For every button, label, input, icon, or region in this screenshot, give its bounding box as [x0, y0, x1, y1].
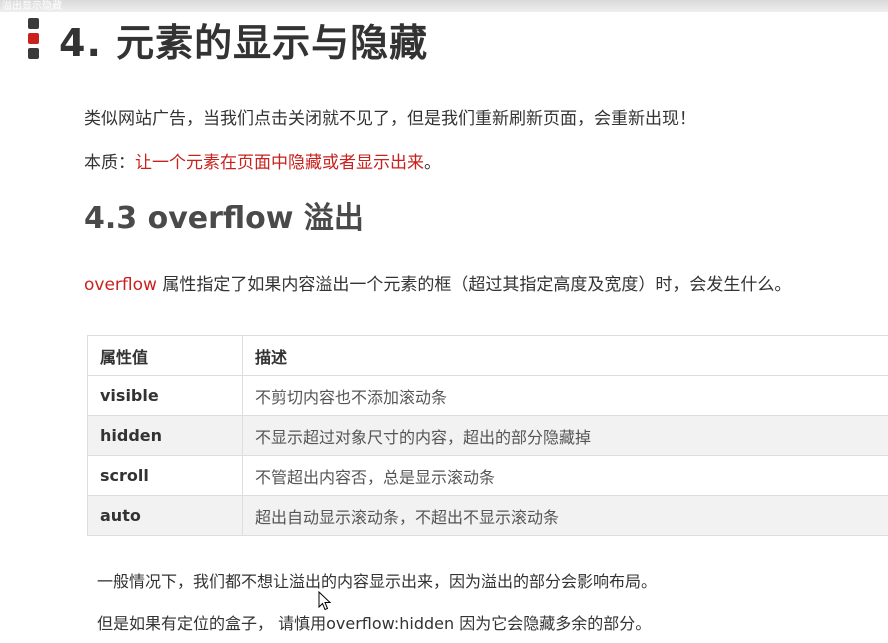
table-row: scroll 不管超出内容否，总是显示滚动条	[87, 455, 888, 496]
table-header-value: 属性值	[87, 335, 243, 376]
essence-highlight: 让一个元素在页面中隐藏或者显示出来	[135, 153, 424, 173]
note-paragraph-1: 一般情况下，我们都不想让溢出的内容显示出来，因为溢出的部分会影响布局。	[97, 572, 658, 591]
table-row: auto 超出自动显示滚动条，不超出不显示滚动条	[87, 495, 888, 536]
essence-paragraph: 本质：让一个元素在页面中隐藏或者显示出来。	[84, 148, 441, 173]
section-heading: 4.3 overflow 溢出	[84, 201, 364, 236]
table-cell-value: scroll	[87, 455, 243, 496]
page-title: 4. 元素的显示与隐藏	[59, 20, 429, 65]
overflow-values-table: 属性值 描述 visible 不剪切内容也不添加滚动条 hidden 不显示超过…	[87, 335, 888, 536]
essence-suffix: 。	[424, 153, 441, 173]
window-top-strip: 溢出显示隐藏	[0, 0, 888, 12]
table-row: hidden 不显示超过对象尺寸的内容，超出的部分隐藏掉	[87, 415, 888, 456]
overflow-description: overflow 属性指定了如果内容溢出一个元素的框（超过其指定高度及宽度）时，…	[84, 270, 791, 295]
table-cell-description: 不显示超过对象尺寸的内容，超出的部分隐藏掉	[242, 415, 888, 456]
window-tab-title: 溢出显示隐藏	[2, 1, 62, 12]
mouse-pointer-icon	[318, 591, 332, 611]
table-cell-value: visible	[87, 375, 243, 416]
table-cell-description: 超出自动显示滚动条，不超出不显示滚动条	[242, 495, 888, 536]
table-header-description: 描述	[242, 335, 888, 376]
page-title-row: 4. 元素的显示与隐藏	[28, 14, 429, 65]
table-row: visible 不剪切内容也不添加滚动条	[87, 375, 888, 416]
table-cell-value: auto	[87, 495, 243, 536]
table-cell-value: hidden	[87, 415, 243, 456]
note-paragraph-2: 但是如果有定位的盒子， 请慎用overflow:hidden 因为它会隐藏多余的…	[97, 614, 652, 633]
overflow-keyword: overflow	[84, 275, 157, 295]
table-cell-description: 不剪切内容也不添加滚动条	[242, 375, 888, 416]
essence-label: 本质：	[84, 153, 135, 173]
section-bullet-icon	[28, 18, 39, 60]
overflow-description-text: 属性指定了如果内容溢出一个元素的框（超过其指定高度及宽度）时，会发生什么。	[156, 275, 792, 295]
intro-paragraph: 类似网站广告，当我们点击关闭就不见了，但是我们重新刷新页面，会重新出现！	[84, 109, 696, 129]
table-header-row: 属性值 描述	[87, 335, 888, 376]
table-cell-description: 不管超出内容否，总是显示滚动条	[242, 455, 888, 496]
